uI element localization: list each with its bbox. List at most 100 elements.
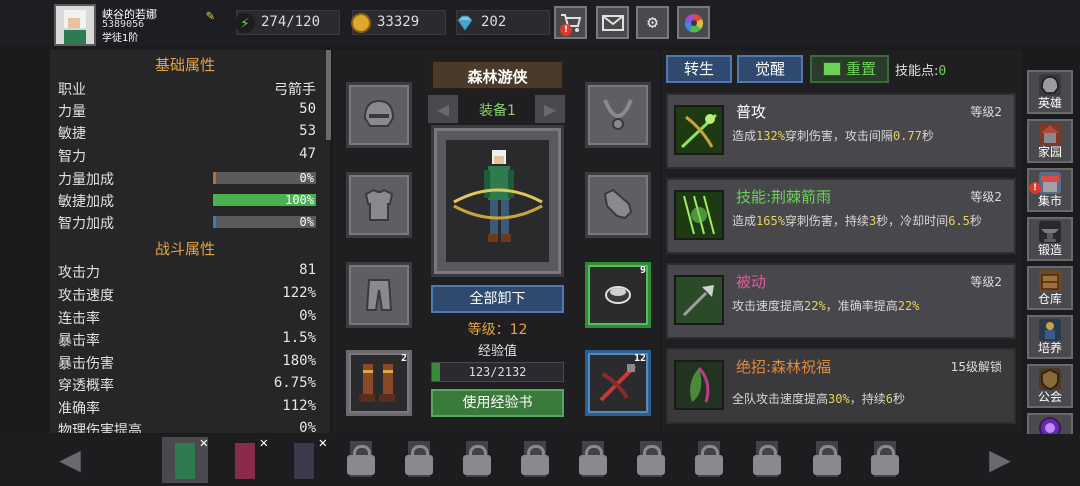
edit-name-icon[interactable]: ✎ xyxy=(206,8,222,24)
stat-label: 职业 xyxy=(58,82,86,98)
roster-next-arrow-icon[interactable]: ▶ xyxy=(980,440,1020,480)
stat-value: 53 xyxy=(299,123,316,139)
weapon-slot[interactable]: 12 xyxy=(585,350,651,416)
roster-locked-slot[interactable] xyxy=(744,437,790,483)
desc-number: 22% xyxy=(804,299,826,313)
skill-description: 造成165%穿刺伤害，持续3秒，冷却时间6.5秒 xyxy=(732,214,1004,229)
prev-set-arrow-icon[interactable]: ◀ xyxy=(428,95,458,123)
roster-locked-slot[interactable] xyxy=(338,437,384,483)
nav-warehouse[interactable]: 仓库 xyxy=(1027,266,1073,310)
roster-locked-slot[interactable] xyxy=(454,437,500,483)
player-avatar[interactable] xyxy=(54,4,96,46)
bar-value: 0% xyxy=(299,215,314,229)
remove-icon[interactable]: ✕ xyxy=(260,435,268,451)
stat-label: 敏捷 xyxy=(58,126,86,142)
tab-awaken[interactable]: 觉醒 xyxy=(737,55,803,83)
remove-icon[interactable]: ✕ xyxy=(319,435,327,451)
nav-hero[interactable]: 英雄 xyxy=(1027,70,1073,114)
color-wheel-icon xyxy=(679,8,708,37)
nav-market[interactable]: ! 集市 xyxy=(1027,168,1073,212)
stat-label: 暴击率 xyxy=(58,333,100,349)
house-icon xyxy=(1039,123,1061,145)
nav-guild[interactable]: 公会 xyxy=(1027,364,1073,408)
gem-value: 202 xyxy=(481,14,507,30)
mail-button[interactable] xyxy=(596,6,629,39)
settings-button[interactable]: ⚙ xyxy=(636,6,669,39)
roster-hero-warrior[interactable]: ✕ xyxy=(281,435,327,483)
roster-locked-slot[interactable] xyxy=(512,437,558,483)
stat-row-agility-bonus: 敏捷加成 100% xyxy=(58,190,316,212)
remove-icon[interactable]: ✕ xyxy=(200,435,208,451)
desc-text: 穿刺伤害，持续 xyxy=(784,214,869,228)
necklace-icon xyxy=(588,85,648,145)
desc-text: 秒，冷却时间 xyxy=(876,214,949,228)
market-icon xyxy=(1039,172,1061,194)
next-set-arrow-icon[interactable]: ▶ xyxy=(535,95,565,123)
necklace-slot[interactable] xyxy=(585,82,651,148)
skill-card-passive[interactable]: 被动 等级2 攻击速度提高22%，准确率提高22% xyxy=(666,263,1016,339)
agility-bonus-bar: 100% xyxy=(213,193,316,207)
hero-warrior-sprite xyxy=(294,443,314,479)
armor-icon xyxy=(349,175,409,235)
roster-locked-slot[interactable] xyxy=(396,437,442,483)
use-exp-book-button[interactable]: 使用经验书 xyxy=(431,389,564,417)
unequip-all-button[interactable]: 全部卸下 xyxy=(431,285,564,313)
hero-portrait xyxy=(446,140,549,262)
stat-value: 47 xyxy=(299,146,316,162)
nav-home[interactable]: 家园 xyxy=(1027,119,1073,163)
skill-card-thorn-arrow-rain[interactable]: 技能:荆棘箭雨 等级2 造成165%穿刺伤害，持续3秒，冷却时间6.5秒 xyxy=(666,178,1016,254)
stat-value: 122% xyxy=(282,285,316,301)
avatar-face xyxy=(68,18,80,28)
theme-button[interactable] xyxy=(677,6,710,39)
class-name-banner: 森林游侠 xyxy=(431,60,564,90)
roster-locked-slot[interactable] xyxy=(804,437,850,483)
gem-icon xyxy=(455,13,475,33)
helmet-slot[interactable] xyxy=(346,82,412,148)
mail-icon xyxy=(598,8,627,37)
stat-row-pierce-chance: 穿透概率 6.75% xyxy=(58,374,316,396)
bar-marker xyxy=(213,216,216,228)
skill-card-ultimate-forest-blessing[interactable]: 绝招:森林祝福 15级解锁 全队攻击速度提高30%，持续6秒 xyxy=(666,348,1016,424)
stat-label: 智力 xyxy=(58,149,86,165)
nav-forge[interactable]: 锻造 xyxy=(1027,217,1073,261)
combat-attributes-title: 战斗属性 xyxy=(154,240,215,258)
shop-button[interactable]: ! xyxy=(554,6,587,39)
gloves-slot[interactable] xyxy=(585,172,651,238)
roster-locked-slot[interactable] xyxy=(570,437,616,483)
bar-marker xyxy=(213,172,216,184)
lock-icon xyxy=(753,445,781,475)
skill-passive-arrowhead-icon xyxy=(674,275,724,325)
stats-scrollbar[interactable] xyxy=(326,50,331,140)
lock-icon xyxy=(813,445,841,475)
nav-training[interactable]: 培养 xyxy=(1027,315,1073,359)
roster-hero-mage[interactable]: ✕ xyxy=(222,435,268,483)
desc-text: 造成 xyxy=(732,129,757,143)
boots-count: 2 xyxy=(400,353,407,364)
warehouse-icon xyxy=(1039,270,1061,292)
roster-hero-ranger[interactable]: ✕ xyxy=(162,435,208,483)
gloves-icon xyxy=(588,175,648,235)
reset-skills-button[interactable]: 重置 xyxy=(810,55,889,83)
armor-slot[interactable] xyxy=(346,172,412,238)
gold-box: 33329 xyxy=(351,10,446,35)
stat-row-intelligence-bonus: 智力加成 0% xyxy=(58,212,316,234)
roster-locked-slot[interactable] xyxy=(862,437,908,483)
desc-number: 30% xyxy=(828,392,850,406)
roster-locked-slot[interactable] xyxy=(686,437,732,483)
skill-card-basic-attack[interactable]: 普攻 等级2 造成132%穿刺伤害，攻击间隔0.77秒 xyxy=(666,93,1016,169)
nav-label: 集市 xyxy=(1037,194,1062,208)
pants-slot[interactable] xyxy=(346,262,412,328)
stat-row-attack-speed: 攻击速度 122% xyxy=(58,284,316,306)
desc-number: 6.5 xyxy=(948,214,970,228)
lock-icon xyxy=(871,445,899,475)
nav-label: 仓库 xyxy=(1037,292,1062,306)
roster-locked-slot[interactable] xyxy=(628,437,674,483)
roster-prev-arrow-icon[interactable]: ◀ xyxy=(50,440,90,480)
stats-panel[interactable]: 基础属性 职业 弓箭手 力量 50 敏捷 53 智力 47 力量加成 0% 敏捷… xyxy=(50,50,330,433)
bar-value: 0% xyxy=(299,171,314,185)
tab-rebirth[interactable]: 转生 xyxy=(666,55,732,83)
boots-slot[interactable]: 2 xyxy=(346,350,412,416)
ring-slot[interactable]: 9 xyxy=(585,262,651,328)
lock-icon xyxy=(521,445,549,475)
skill-points-value: 0 xyxy=(938,64,947,79)
